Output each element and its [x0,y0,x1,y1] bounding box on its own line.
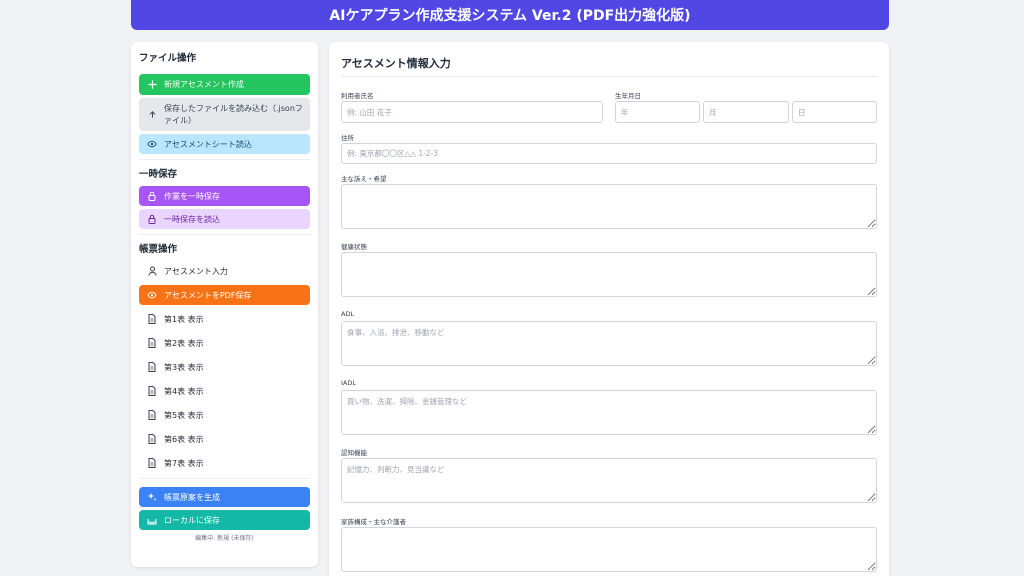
document-icon [145,458,159,468]
load-assessment-sheet-label: アセスメントシート読込 [164,139,252,149]
lock-icon [145,214,159,224]
load-json-label-line2: ァイル） [164,115,196,125]
user-icon [145,266,159,276]
name-label: 利用者氏名 [341,92,374,100]
sidebar: ファイル操作 新規アセスメント作成 保存したファイルを読み込む（.jsonフ ァ… [131,42,318,567]
name-input[interactable] [341,101,603,123]
assessment-input-label: アセスメント入力 [164,266,228,276]
app-header: AIケアプラン作成支援システム Ver.2 (PDF出力強化版) [131,0,889,30]
temp-section-title: 一時保存 [139,169,178,180]
file-section-title: ファイル操作 [139,53,197,64]
document-icon [145,314,159,324]
table-6-button[interactable]: 第6表 表示 [139,429,310,449]
health-label: 健康状態 [341,243,367,251]
table-6-label: 第6表 表示 [164,434,204,444]
birth-month-input[interactable] [703,101,789,123]
divider [139,159,310,160]
save-temp-label: 作業を一時保存 [164,191,220,201]
app-title: AIケアプラン作成支援システム Ver.2 (PDF出力強化版) [329,8,691,24]
birth-day-input[interactable] [792,101,877,123]
load-temp-button[interactable]: 一時保存を読込 [139,209,310,229]
complaint-textarea[interactable] [341,184,877,229]
load-json-label-line1: 保存したファイルを読み込む（.jsonフ [164,103,303,113]
edit-status: 編集中: 新規 (未保存) [195,535,254,542]
new-assessment-label: 新規アセスメント作成 [164,80,244,89]
assessment-input-button[interactable]: アセスメント入力 [139,261,310,281]
iadl-textarea[interactable] [341,390,877,435]
address-input[interactable] [341,143,877,164]
load-json-label: 保存したファイルを読み込む（.jsonフ ァイル） [164,103,303,127]
family-label: 家族構成・主な介護者 [341,518,406,526]
table-7-label: 第7表 表示 [164,458,204,468]
form-title: アセスメント情報入力 [341,55,877,77]
save-temp-button[interactable]: 作業を一時保存 [139,186,310,206]
table-1-label: 第1表 表示 [164,314,204,324]
load-assessment-sheet-button[interactable]: アセスメントシート読込 [139,134,310,154]
table-4-label: 第4表 表示 [164,386,204,396]
forms-section-title: 帳票操作 [139,244,178,255]
table-7-button[interactable]: 第7表 表示 [139,453,310,473]
generate-draft-button[interactable]: 帳票原案を生成 [139,487,310,507]
lock-icon [145,191,159,201]
save-assessment-pdf-label: アセスメントをPDF保存 [164,290,252,300]
eye-icon [145,291,159,299]
address-label: 住所 [341,134,354,142]
load-json-button[interactable]: 保存したファイルを読み込む（.jsonフ ァイル） [139,98,310,131]
adl-label: ADL [341,310,355,318]
table-2-button[interactable]: 第2表 表示 [139,333,310,353]
table-5-button[interactable]: 第5表 表示 [139,405,310,425]
table-4-button[interactable]: 第4表 表示 [139,381,310,401]
family-textarea[interactable] [341,527,877,572]
load-temp-label: 一時保存を読込 [164,214,220,224]
document-icon [145,410,159,420]
document-icon [145,362,159,372]
table-5-label: 第5表 表示 [164,410,204,420]
assessment-form-panel: アセスメント情報入力 利用者氏名 生年月日 住所 主な訴え・希望 健康状態 AD… [329,42,889,576]
document-icon [145,434,159,444]
complaint-label: 主な訴え・希望 [341,175,387,183]
plus-icon [145,80,159,89]
birth-year-input[interactable] [615,101,700,123]
upload-icon [145,110,159,119]
save-local-button[interactable]: ローカルに保存 [139,510,310,530]
iadl-label: IADL [341,379,356,387]
table-3-button[interactable]: 第3表 表示 [139,357,310,377]
birthdate-label: 生年月日 [615,92,641,100]
save-assessment-pdf-button[interactable]: アセスメントをPDF保存 [139,285,310,305]
table-3-label: 第3表 表示 [164,362,204,372]
cognitive-label: 認知機能 [341,449,367,457]
document-icon [145,338,159,348]
table-1-button[interactable]: 第1表 表示 [139,309,310,329]
divider [139,478,310,479]
adl-textarea[interactable] [341,321,877,366]
save-local-label: ローカルに保存 [164,515,220,525]
health-textarea[interactable] [341,252,877,297]
generate-draft-label: 帳票原案を生成 [164,492,220,502]
cognitive-textarea[interactable] [341,458,877,503]
table-2-label: 第2表 表示 [164,338,204,348]
new-assessment-button[interactable]: 新規アセスメント作成 [139,74,310,95]
eye-icon [145,140,159,148]
divider [139,234,310,235]
sparkles-icon [145,492,159,502]
save-icon [145,516,159,525]
document-icon [145,386,159,396]
